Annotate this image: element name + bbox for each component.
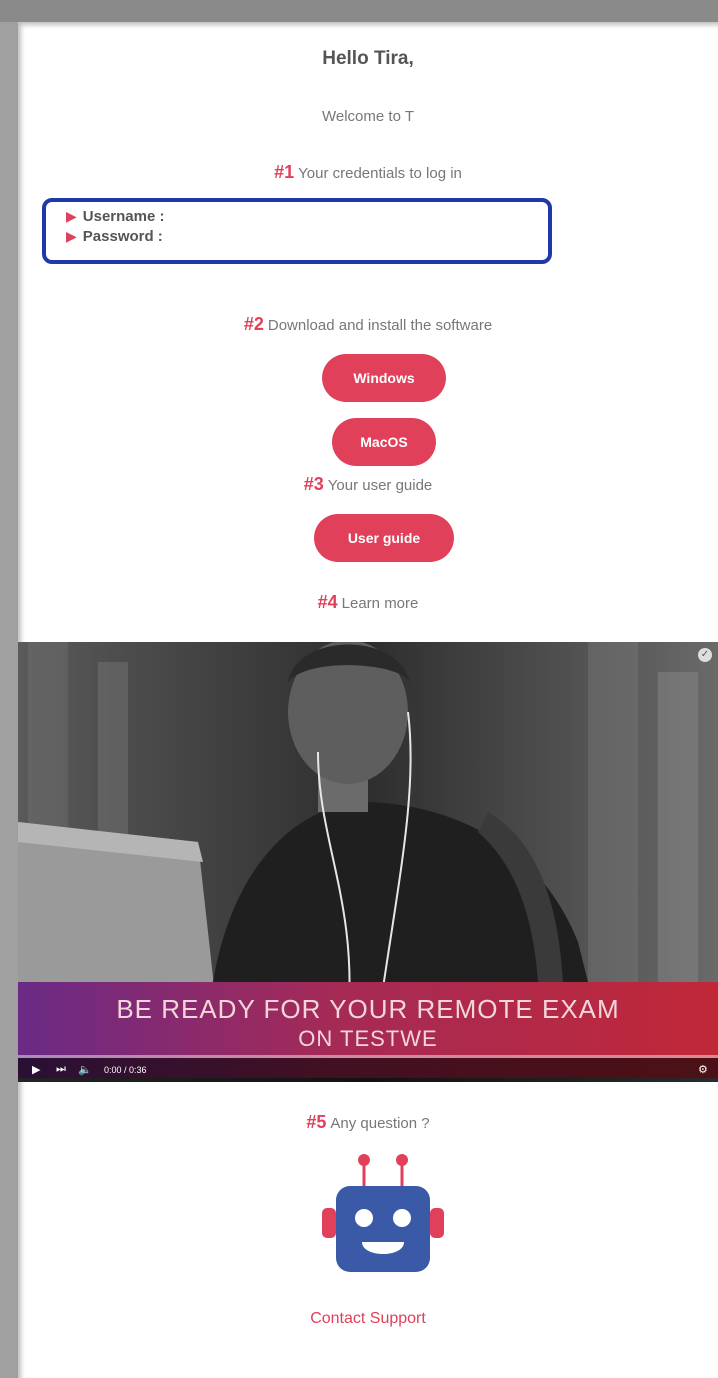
play-icon[interactable]: ▶ — [32, 1063, 40, 1076]
user-guide-button[interactable]: User guide — [314, 514, 454, 562]
step-4-number: #4 — [317, 592, 338, 612]
window-left-border — [0, 22, 18, 1378]
step-5-text: Any question ? — [330, 1115, 430, 1132]
password-label: Password : — [82, 228, 163, 245]
step-3: #3 Your user guide — [18, 474, 718, 495]
skip-icon[interactable]: ⏭ — [56, 1063, 66, 1076]
check-icon: ✓ — [698, 648, 712, 662]
video-caption-line-1: BE READY FOR YOUR REMOTE EXAM — [116, 994, 620, 1024]
password-line: ▶ Password : — [66, 228, 163, 245]
step-2-text: Download and install the software — [267, 317, 493, 334]
username-line: ▶ Username : — [66, 208, 164, 225]
step-5-number: #5 — [306, 1112, 327, 1132]
video-player[interactable]: ✓ BE READY FOR YOUR REMOTE EXAM ON TESTW… — [18, 642, 718, 1082]
credentials-highlight-box: ▶ Username : ▶ Password : — [42, 198, 552, 264]
volume-icon[interactable]: 🔈 — [78, 1063, 92, 1076]
macos-download-button[interactable]: MacOS — [332, 418, 436, 466]
step-4: #4 Learn more — [18, 592, 718, 613]
username-label: Username : — [82, 208, 165, 225]
step-3-number: #3 — [303, 474, 324, 494]
greeting-heading: Hello Tira, — [322, 48, 414, 69]
step-2: #2 Download and install the software — [18, 314, 718, 335]
window-top-border — [0, 0, 718, 22]
video-time: 0:00 / 0:36 — [104, 1065, 147, 1075]
triangle-right-icon: ▶ — [66, 228, 77, 244]
triangle-right-icon: ▶ — [66, 208, 77, 224]
step-1-number: #1 — [274, 162, 295, 182]
email-body: Hello Tira, Welcome to T #1 Your credenti… — [18, 22, 718, 1378]
settings-icon[interactable]: ⚙ — [698, 1063, 708, 1076]
contact-support-link[interactable]: Contact Support — [18, 1310, 718, 1328]
video-controls: ▶ ⏭ 🔈 0:00 / 0:36 ⚙ — [18, 1058, 718, 1082]
step-1: #1 Your credentials to log in — [18, 162, 718, 183]
step-1-text: Your credentials to log in — [298, 165, 462, 182]
windows-download-button[interactable]: Windows — [322, 354, 446, 402]
step-2-number: #2 — [243, 314, 264, 334]
video-caption-line-2: ON TESTWE — [298, 1026, 438, 1051]
step-3-text: Your user guide — [327, 477, 433, 494]
step-5: #5 Any question ? — [18, 1112, 718, 1133]
welcome-text: Welcome to T — [322, 108, 414, 125]
step-4-text: Learn more — [341, 595, 419, 612]
robot-icon — [322, 1154, 444, 1272]
